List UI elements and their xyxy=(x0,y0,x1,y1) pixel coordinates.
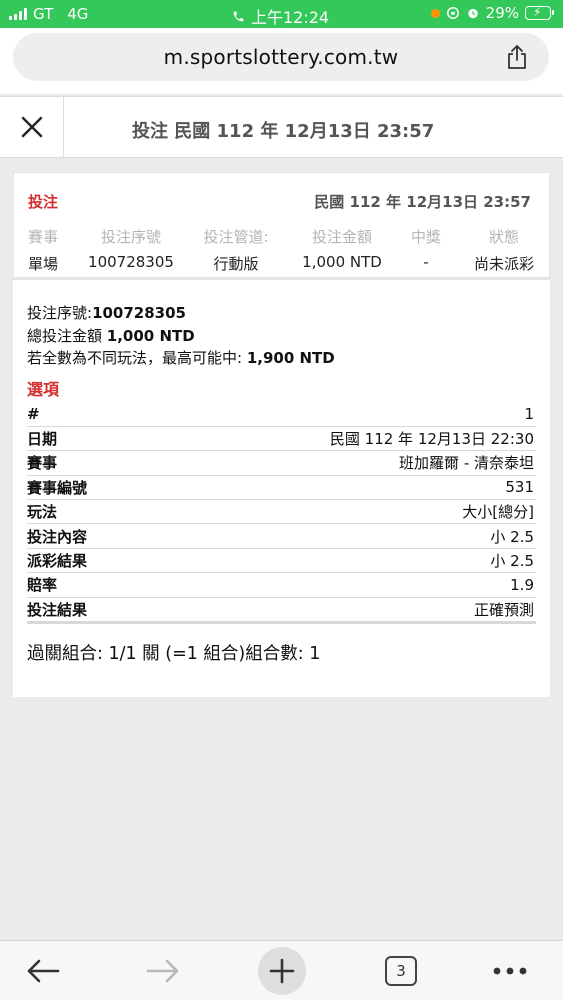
table-row: 賠率 1.9 xyxy=(27,572,536,598)
network-label: 4G xyxy=(67,5,89,23)
forward-button[interactable] xyxy=(140,941,186,1000)
column-channel: 投注管道: 行動版 xyxy=(194,226,278,274)
row-value: 1.9 xyxy=(141,572,536,598)
carrier-label: GT xyxy=(33,5,54,23)
row-value: 正確預測 xyxy=(141,597,536,623)
tab-count: 3 xyxy=(385,956,417,986)
page-header: 投注 民國 112 年 12月13日 23:57 xyxy=(0,96,563,158)
arrow-left-icon xyxy=(27,959,60,983)
row-value: 531 xyxy=(141,475,536,501)
table-row: 投注結果 正確預測 xyxy=(27,597,536,623)
row-value: 大小[總分] xyxy=(141,499,536,525)
plus-icon xyxy=(269,958,295,984)
row-value: 班加羅爾 - 清奈泰坦 xyxy=(141,450,536,476)
share-icon[interactable] xyxy=(505,44,529,70)
url-text: m.sportslottery.com.tw xyxy=(163,45,399,69)
row-value: 1 xyxy=(141,402,536,427)
options-title: 選項 xyxy=(27,380,60,399)
total-label: 總投注金額 xyxy=(27,326,107,345)
column-win: 中獎 - xyxy=(402,226,450,271)
column-header: 投注管道: xyxy=(203,228,269,246)
url-field[interactable]: m.sportslottery.com.tw xyxy=(13,33,549,81)
total-value: 1,000 NTD xyxy=(106,326,195,345)
serial-line: 投注序號:100728305 xyxy=(27,302,335,325)
total-line: 總投注金額 1,000 NTD xyxy=(27,325,335,348)
column-header: 賽事 xyxy=(27,228,58,246)
rotation-lock-icon xyxy=(446,7,459,19)
plus-circle xyxy=(258,947,306,995)
table-row: 玩法 大小[總分] xyxy=(27,499,536,525)
column-value: 單場 xyxy=(27,255,58,273)
row-value: 民國 112 年 12月13日 22:30 xyxy=(141,426,536,452)
bet-label: 投注 xyxy=(28,193,59,211)
signal-icon xyxy=(9,8,27,20)
column-serial: 投注序號 100728305 xyxy=(84,226,178,271)
tabs-button[interactable]: 3 xyxy=(382,941,420,1000)
close-icon xyxy=(21,116,42,138)
close-button[interactable] xyxy=(0,97,64,157)
column-header: 狀態 xyxy=(488,228,519,246)
battery-percent: 29% xyxy=(485,4,519,22)
column-header: 中獎 xyxy=(410,228,441,246)
row-key: 日期 xyxy=(27,426,142,452)
column-value: 行動版 xyxy=(213,255,259,273)
row-key: 投注結果 xyxy=(27,597,142,623)
status-left: GT 4G xyxy=(9,5,88,23)
recording-dot-icon xyxy=(430,8,440,18)
clock-time: 上午12:24 xyxy=(251,8,330,27)
row-key: 賠率 xyxy=(27,572,142,598)
bet-card: 投注 民國 112 年 12月13日 23:57 賽事 單場 投注序號 1007… xyxy=(13,172,550,697)
options-table: #1 日期 民國 112 年 12月13日 22:30 賽事 班加羅爾 - 清奈泰坦… xyxy=(27,402,536,623)
status-right: 29% ⚡ xyxy=(430,4,554,22)
row-key: 賽事編號 xyxy=(27,475,142,501)
row-key: 派彩結果 xyxy=(27,548,142,574)
column-value: 尚未派彩 xyxy=(473,255,534,273)
bet-summary-text: 投注序號:100728305 總投注金額 1,000 NTD 若全數為不同玩法，… xyxy=(27,302,335,370)
table-divider xyxy=(27,621,536,624)
bet-date: 民國 112 年 12月13日 23:57 xyxy=(314,193,531,211)
row-value: 小 2.5 xyxy=(141,548,536,574)
page-title: 投注 民國 112 年 12月13日 23:57 xyxy=(132,121,435,142)
serial-label: 投注序號: xyxy=(27,304,93,322)
more-dots-icon xyxy=(493,967,527,975)
more-menu-button[interactable] xyxy=(490,941,530,1000)
row-key: 賽事 xyxy=(27,450,142,476)
table-row: 派彩結果小 2.5 xyxy=(27,548,536,574)
column-value: 1,000 NTD xyxy=(302,253,382,271)
parlay-summary: 過關組合: 1/1 關 (=1 組合)組合數: 1 xyxy=(27,644,321,664)
max-payout-value: 1,900 NTD xyxy=(246,349,335,367)
column-header: 投注金額 xyxy=(311,228,372,246)
row-key: # xyxy=(27,402,142,427)
column-header: 投注序號 xyxy=(100,228,161,246)
row-key: 投注內容 xyxy=(27,523,142,549)
row-value: 小 2.5 xyxy=(141,523,536,549)
column-status: 狀態 尚未派彩 xyxy=(466,226,542,274)
row-key: 玩法 xyxy=(27,499,142,525)
column-amount: 投注金額 1,000 NTD xyxy=(290,226,394,271)
battery-icon: ⚡ xyxy=(525,5,554,20)
table-row: 投注內容小 2.5 xyxy=(27,523,536,549)
browser-address-bar: m.sportslottery.com.tw xyxy=(0,28,563,94)
status-center: 上午12:24 xyxy=(232,4,329,28)
back-button[interactable] xyxy=(20,941,66,1000)
table-row: 日期 民國 112 年 12月13日 22:30 xyxy=(27,426,536,452)
table-row: 賽事 班加羅爾 - 清奈泰坦 xyxy=(27,450,536,476)
table-row: 賽事編號 531 xyxy=(27,475,536,501)
phone-icon xyxy=(233,11,244,21)
status-bar: GT 4G 上午12:24 29% ⚡ xyxy=(0,0,563,28)
new-tab-button[interactable] xyxy=(257,941,307,1000)
serial-value: 100728305 xyxy=(92,304,186,322)
column-value: 100728305 xyxy=(88,253,174,271)
column-value: - xyxy=(423,253,429,271)
column-event: 賽事 單場 xyxy=(14,226,72,274)
browser-toolbar: 3 xyxy=(0,940,563,1000)
alarm-icon xyxy=(467,8,478,19)
max-payout-label: 若全數為不同玩法，最高可能中: xyxy=(27,349,247,367)
max-payout-line: 若全數為不同玩法，最高可能中: 1,900 NTD xyxy=(27,347,335,370)
table-row: #1 xyxy=(27,402,536,427)
arrow-right-icon xyxy=(146,959,179,983)
bet-summary-header: 投注 民國 112 年 12月13日 23:57 賽事 單場 投注序號 1007… xyxy=(13,172,550,280)
